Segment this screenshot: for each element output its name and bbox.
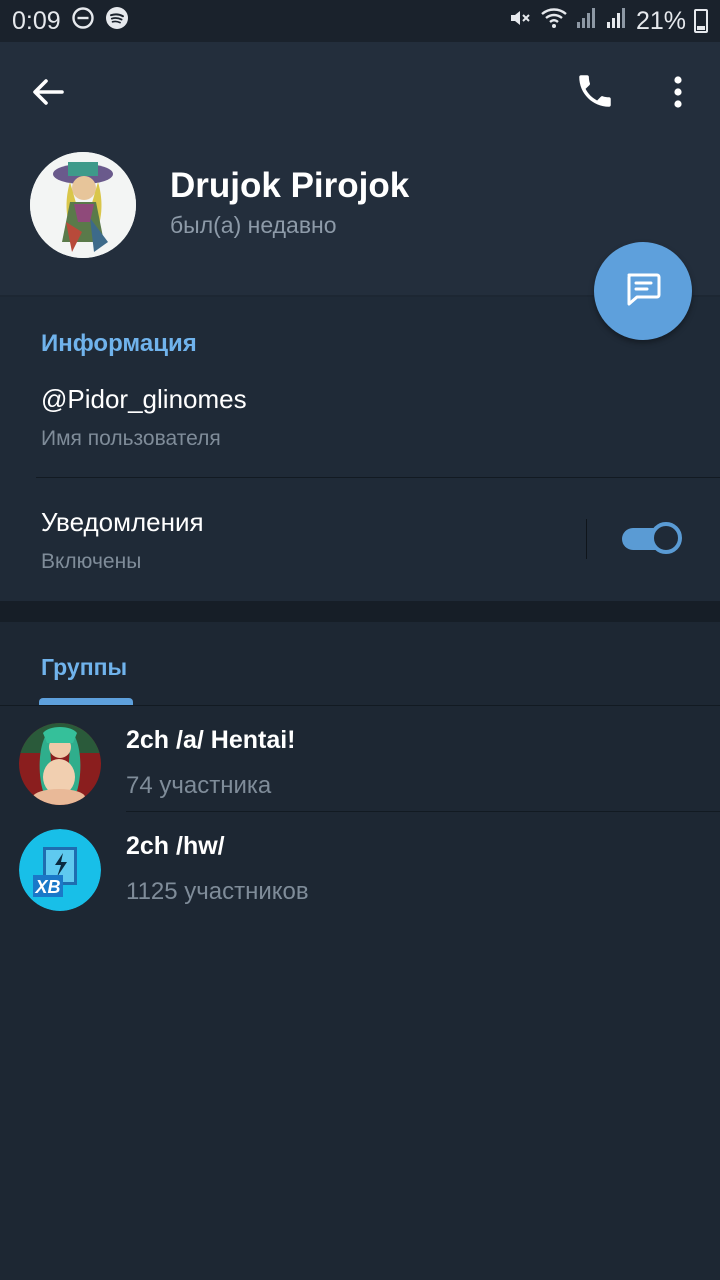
message-icon: [621, 267, 665, 316]
signal-icon: [576, 6, 598, 37]
notifications-state: Включены: [41, 550, 142, 573]
back-arrow-icon: [28, 79, 68, 116]
divider: [36, 477, 720, 478]
info-section-title: Информация: [41, 330, 197, 357]
send-message-button[interactable]: [594, 242, 692, 340]
profile-avatar[interactable]: [30, 152, 136, 258]
signal-icon: [606, 6, 628, 37]
group-name: 2ch /hw/: [126, 832, 225, 860]
do-not-disturb-icon: [71, 6, 95, 37]
more-vertical-icon: [662, 76, 694, 116]
group-avatar-text: XB: [34, 877, 60, 897]
back-button[interactable]: [28, 72, 68, 112]
group-name: 2ch /a/ Hentai!: [126, 726, 296, 754]
group-members: 1125 участников: [126, 878, 309, 905]
call-button[interactable]: [574, 70, 616, 112]
wifi-icon: [540, 6, 568, 37]
groups-section: Группы 2ch /a/ Hentai! 74 участника XB 2…: [0, 622, 720, 1280]
spotify-icon: [105, 6, 129, 37]
phone-icon: [574, 75, 616, 116]
username-label: Имя пользователя: [41, 427, 221, 450]
toggle-knob: [650, 522, 682, 554]
username-value[interactable]: @Pidor_glinomes: [41, 384, 247, 415]
list-item[interactable]: XB 2ch /hw/ 1125 участников: [0, 812, 720, 918]
info-section: Информация @Pidor_glinomes Имя пользоват…: [0, 297, 720, 601]
tab-groups[interactable]: Группы: [41, 654, 127, 681]
group-avatar: [19, 723, 101, 805]
profile-name: Drujok Pirojok: [170, 166, 410, 205]
section-gap: [0, 601, 720, 622]
status-time: 0:09: [12, 6, 61, 35]
profile-last-seen: был(а) недавно: [170, 212, 337, 238]
notifications-label[interactable]: Уведомления: [41, 507, 204, 538]
more-options-button[interactable]: [662, 72, 694, 112]
mute-icon: [508, 6, 532, 37]
group-members: 74 участника: [126, 772, 272, 799]
notifications-toggle[interactable]: [622, 521, 684, 555]
battery-icon: [694, 9, 708, 33]
group-avatar: XB: [19, 829, 101, 911]
tab-indicator: [39, 698, 133, 705]
list-item[interactable]: 2ch /a/ Hentai! 74 участника: [0, 706, 720, 812]
status-bar: 0:09 21%: [0, 0, 720, 42]
vertical-divider: [586, 519, 587, 559]
battery-percent: 21%: [635, 6, 686, 35]
